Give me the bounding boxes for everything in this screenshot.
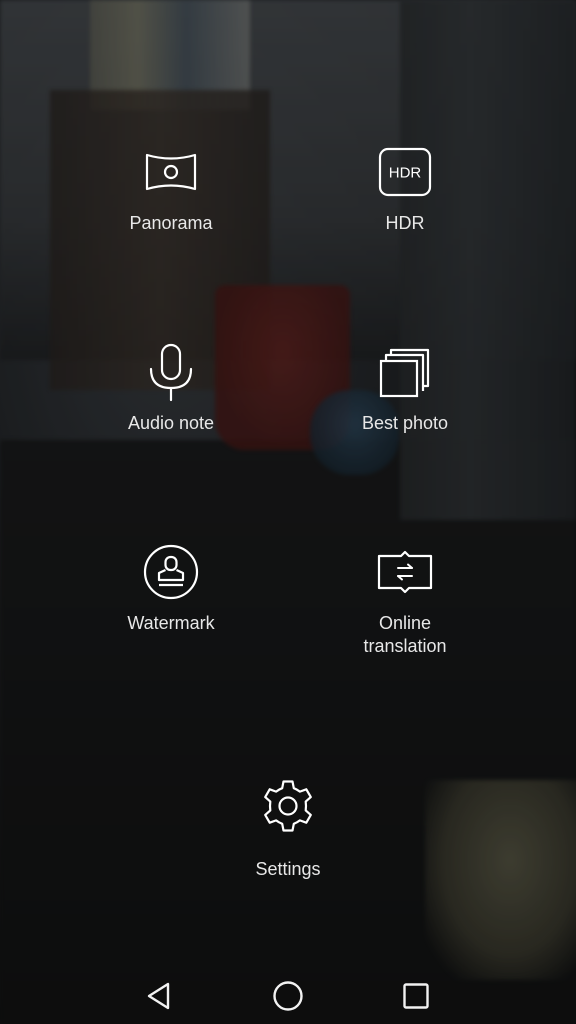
settings-button[interactable]: Settings xyxy=(188,776,388,881)
microphone-icon xyxy=(141,342,201,402)
watermark-mode-button[interactable]: Watermark xyxy=(71,542,271,635)
hdr-mode-button[interactable]: HDR HDR xyxy=(305,142,505,235)
gear-icon xyxy=(258,776,318,836)
panorama-label: Panorama xyxy=(129,213,213,233)
book-translate-icon xyxy=(375,542,435,602)
hdr-icon-text: HDR xyxy=(389,165,422,182)
panorama-icon xyxy=(141,142,201,202)
hdr-label: HDR xyxy=(385,213,425,233)
hdr-icon: HDR xyxy=(375,142,435,202)
online-translation-mode-button[interactable]: Online translation xyxy=(305,542,505,658)
audio-note-label: Audio note xyxy=(127,413,215,433)
back-triangle-icon xyxy=(147,982,170,1010)
nav-back-button[interactable] xyxy=(136,972,184,1020)
home-circle-icon xyxy=(273,981,303,1011)
camera-mode-menu-screen: Panorama HDR HDR Audio note Best photo W… xyxy=(0,0,576,1024)
best-photo-label: Best photo xyxy=(361,413,449,433)
online-translation-label: Online translation xyxy=(363,613,447,656)
panorama-mode-button[interactable]: Panorama xyxy=(71,142,271,235)
recent-square-icon xyxy=(403,983,429,1009)
stacked-photos-icon xyxy=(375,342,435,402)
audio-note-mode-button[interactable]: Audio note xyxy=(71,342,271,435)
nav-home-button[interactable] xyxy=(264,972,312,1020)
best-photo-mode-button[interactable]: Best photo xyxy=(305,342,505,435)
watermark-label: Watermark xyxy=(127,613,215,633)
stamp-icon xyxy=(141,542,201,602)
nav-recent-apps-button[interactable] xyxy=(392,972,440,1020)
settings-label: Settings xyxy=(255,859,321,879)
